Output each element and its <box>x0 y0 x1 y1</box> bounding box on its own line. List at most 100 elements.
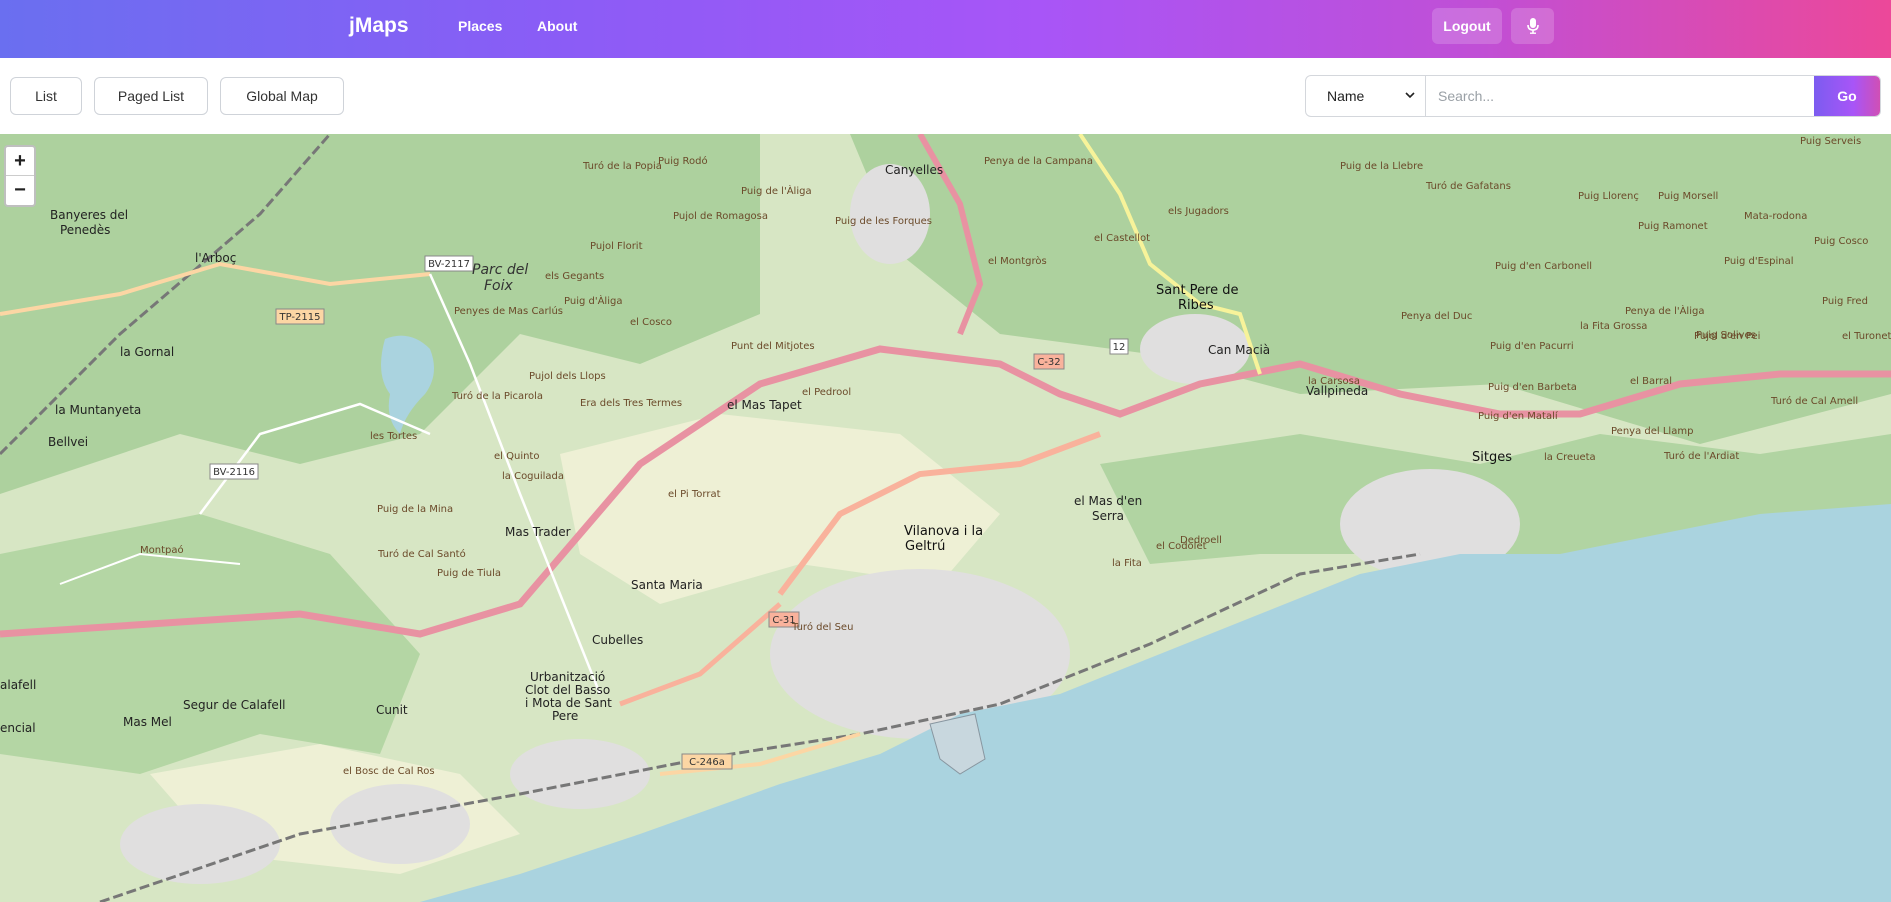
place-label: Geltrú <box>905 539 945 554</box>
peak-label: Puig Rodó <box>658 155 708 167</box>
peak-label: Era dels Tres Termes <box>580 398 682 409</box>
peak-label: Turó de Cal Amell <box>1770 395 1858 407</box>
svg-text:BV-2116: BV-2116 <box>213 467 255 478</box>
place-label: Ribes <box>1178 298 1214 313</box>
peak-label: la Fita Grossa <box>1580 321 1647 332</box>
peak-label: el Pedrool <box>802 387 851 398</box>
peak-label: Pujol Florit <box>590 241 643 252</box>
peak-label: Puig Serveis <box>1800 136 1861 147</box>
peak-label: Puig de la Mina <box>377 504 453 515</box>
peak-label: la Coguilada <box>502 471 564 482</box>
nav-places-link[interactable]: Places <box>458 18 502 34</box>
svg-text:12: 12 <box>1113 342 1126 353</box>
top-navbar: jMaps Places About Logout <box>0 0 1891 58</box>
road-shield: 12 <box>1109 338 1129 355</box>
place-label: Can Macià <box>1208 343 1270 357</box>
peak-label: Puig d'en Barbeta <box>1488 382 1577 393</box>
peak-label: Penya de l'Àliga <box>1625 304 1704 317</box>
peak-label: els Jugadors <box>1168 206 1229 217</box>
place-label: el Mas Tapet <box>727 398 802 412</box>
zoom-in-button[interactable]: + <box>6 147 34 176</box>
place-label: la Gornal <box>120 345 174 359</box>
map-tiles[interactable]: BV-2117 TP-2115 BV-2116 C-32 C-31 C-246a… <box>0 134 1891 902</box>
zoom-out-button[interactable]: − <box>6 176 34 205</box>
peak-label: Pujol de Romagosa <box>673 211 768 222</box>
place-label: i Mota de Sant <box>525 696 612 710</box>
place-label: Cubelles <box>592 633 643 647</box>
peak-label: Puig d'Àliga <box>564 294 622 307</box>
microphone-icon <box>1526 18 1539 34</box>
peak-label: Turó de l'Ardiat <box>1663 450 1739 462</box>
peak-label: Puig de Tiula <box>437 568 501 579</box>
search-input[interactable]: Search... <box>1426 76 1814 116</box>
peak-label: el Castellot <box>1094 233 1150 244</box>
peak-label: Puig Morsell <box>1658 191 1718 202</box>
place-label: Serra <box>1092 509 1124 523</box>
nav-about-link[interactable]: About <box>537 18 577 34</box>
peak-label: Puig d'en Pacurri <box>1490 341 1574 352</box>
peak-label: Mata-rodona <box>1744 211 1807 222</box>
place-label: Vilanova i la <box>904 524 983 539</box>
place-label: Mas Mel <box>123 715 172 729</box>
peak-label: la Fita <box>1112 558 1142 569</box>
place-label: Sant Pere de <box>1156 283 1239 298</box>
park-label: Parc del <box>472 262 528 278</box>
peak-label: Penya del Llamp <box>1611 426 1693 437</box>
peak-label: el Bosc de Cal Ros <box>343 766 435 777</box>
peak-label: el Montgròs <box>988 255 1047 267</box>
svg-text:C-246a: C-246a <box>689 757 725 768</box>
global-map-button[interactable]: Global Map <box>220 77 344 115</box>
peak-label: el Pi Torrat <box>668 489 721 500</box>
peak-label: Puig de les Forques <box>835 216 932 227</box>
view-toolbar: List Paged List Global Map Name Search..… <box>0 58 1891 134</box>
road-shield: BV-2116 <box>209 463 259 480</box>
brand-logo[interactable]: jMaps <box>349 14 409 38</box>
place-label: el Mas d'en <box>1074 494 1142 508</box>
chevron-down-icon <box>1405 92 1415 99</box>
logout-button[interactable]: Logout <box>1432 8 1502 44</box>
peak-label: la Creueta <box>1544 452 1596 463</box>
go-button[interactable]: Go <box>1814 76 1880 116</box>
road-shield: C-246a <box>681 753 733 770</box>
peak-label: Puig d'Espinal <box>1724 256 1794 267</box>
peak-label: el Quinto <box>494 451 539 462</box>
paged-list-button[interactable]: Paged List <box>94 77 208 115</box>
peak-label: Puig de l'Àliga <box>741 184 812 197</box>
peak-label: Punt del Mitjotes <box>731 341 815 352</box>
list-view-button[interactable]: List <box>10 77 82 115</box>
place-label: alafell <box>0 678 36 692</box>
peak-label: Montpaó <box>140 544 184 556</box>
zoom-control: + − <box>4 145 36 207</box>
place-label: la Muntanyeta <box>55 403 141 417</box>
voice-search-button[interactable] <box>1511 8 1554 44</box>
peak-label: Puig d'en Carbonell <box>1495 261 1592 272</box>
peak-label: Turó del Seu <box>791 621 853 633</box>
peak-label: Turó de Gafatans <box>1425 180 1511 192</box>
place-label: Santa Maria <box>631 578 703 592</box>
peak-label: Turó de Cal Santó <box>377 548 466 560</box>
peak-label: Puig Solives <box>1696 330 1756 341</box>
place-label: Banyeres del <box>50 208 128 222</box>
map-view[interactable]: BV-2117 TP-2115 BV-2116 C-32 C-31 C-246a… <box>0 134 1891 902</box>
peak-label: Turó de la Picarola <box>451 390 543 402</box>
peak-label: els Gegants <box>545 271 604 282</box>
search-field-select[interactable]: Name <box>1306 76 1426 116</box>
park-label: Foix <box>484 278 514 294</box>
place-label: Mas Trader <box>505 525 571 539</box>
peak-label: Penya de la Campana <box>984 156 1093 167</box>
peak-label: la Carsosa <box>1308 376 1360 387</box>
peak-label: el Turonet <box>1842 331 1891 342</box>
search-field-value: Name <box>1327 88 1365 104</box>
svg-text:C-32: C-32 <box>1037 357 1060 368</box>
peak-label: el Cosco <box>630 317 672 328</box>
peak-label: Puig Ramonet <box>1638 221 1708 232</box>
peak-label: Puig Fred <box>1822 296 1868 307</box>
peak-label: les Tortes <box>370 431 417 442</box>
place-label: encial <box>0 721 36 735</box>
svg-text:TP-2115: TP-2115 <box>279 312 321 323</box>
place-label: Sitges <box>1472 450 1512 465</box>
place-label: Segur de Calafell <box>183 698 285 712</box>
peak-label: el Barral <box>1630 376 1672 387</box>
place-label: Clot del Basso <box>525 683 610 697</box>
svg-text:BV-2117: BV-2117 <box>428 259 470 270</box>
